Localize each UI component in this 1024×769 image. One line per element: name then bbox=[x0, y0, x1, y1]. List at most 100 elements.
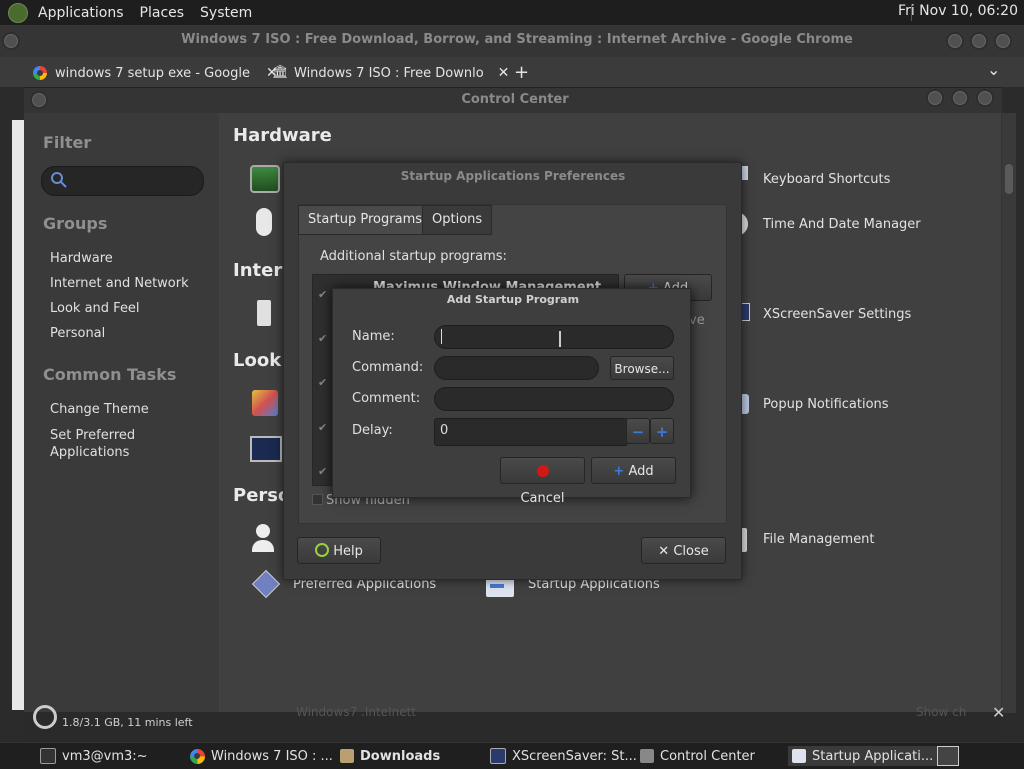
cc-window-menu-button[interactable] bbox=[30, 91, 48, 109]
item-keyboard-shortcuts[interactable]: Keyboard Shortcuts bbox=[763, 172, 890, 187]
task-downloads[interactable]: Downloads bbox=[340, 746, 440, 766]
background-page-strip bbox=[12, 120, 24, 710]
plus-icon: + bbox=[613, 464, 625, 479]
startup-icon bbox=[792, 749, 806, 763]
row-checkbox[interactable]: ✔ bbox=[318, 332, 327, 345]
add-button[interactable]: + Add bbox=[591, 457, 676, 484]
control-center-title: Control Center bbox=[461, 92, 569, 107]
row-checkbox[interactable]: ✔ bbox=[318, 421, 327, 434]
text-caret bbox=[441, 329, 442, 344]
maximize-button[interactable] bbox=[970, 32, 988, 50]
new-tab-button[interactable]: + bbox=[514, 62, 529, 83]
cc-maximize-button[interactable] bbox=[951, 89, 969, 107]
row-checkbox[interactable]: ✔ bbox=[318, 288, 327, 301]
cancel-icon bbox=[536, 465, 549, 477]
task-control-center[interactable]: Control Center bbox=[640, 746, 755, 766]
group-hardware[interactable]: Hardware bbox=[50, 251, 113, 266]
chrome-window-title: Windows 7 ISO : Free Download, Borrow, a… bbox=[181, 32, 853, 47]
menu-system[interactable]: System bbox=[200, 5, 252, 21]
tab-label: Windows 7 ISO : Free Downlo bbox=[294, 65, 484, 81]
tab-search-chevron-icon[interactable]: ⌄ bbox=[987, 60, 1000, 79]
cc-scrollbar-track[interactable] bbox=[1002, 113, 1016, 713]
section-hardware: Hardware bbox=[233, 125, 332, 146]
chrome-icon bbox=[190, 748, 205, 764]
delay-decrement-button[interactable]: − bbox=[626, 418, 650, 444]
filter-input[interactable] bbox=[41, 166, 204, 196]
item-xscreensaver[interactable]: XScreenSaver Settings bbox=[763, 307, 911, 322]
top-panel: Applications Places System Fri Nov 10, 0… bbox=[0, 0, 1024, 25]
task-change-theme[interactable]: Change Theme bbox=[50, 402, 149, 417]
mouse-ibeam-cursor bbox=[559, 331, 561, 347]
screensaver-icon bbox=[490, 748, 506, 764]
tab-startup-programs[interactable]: Startup Programs bbox=[298, 205, 433, 235]
archive-icon: 🏛 bbox=[272, 65, 289, 80]
tab-label: windows 7 setup exe - Google bbox=[55, 65, 250, 81]
tab-options[interactable]: Options bbox=[422, 205, 493, 235]
memory-status: 1.8/3.1 GB, 11 mins left bbox=[62, 716, 193, 729]
cc-scrollbar-thumb[interactable] bbox=[1005, 164, 1013, 194]
task-terminal[interactable]: vm3@vm3:~ bbox=[40, 746, 148, 766]
terminal-icon bbox=[40, 748, 56, 764]
close-button[interactable]: ✕ Close bbox=[641, 537, 726, 564]
window-menu-button[interactable] bbox=[2, 32, 20, 50]
item-file-management[interactable]: File Management bbox=[763, 532, 875, 547]
cancel-button[interactable]: Cancel bbox=[500, 457, 585, 506]
menu-places[interactable]: Places bbox=[140, 5, 185, 21]
remove-button-partial[interactable]: ve bbox=[689, 313, 705, 328]
item-time-date[interactable]: Time And Date Manager bbox=[763, 217, 921, 232]
cc-close-button[interactable] bbox=[976, 89, 994, 107]
help-icon bbox=[315, 543, 330, 557]
screensaver-icon[interactable] bbox=[250, 436, 282, 462]
delay-spinner[interactable]: 0 bbox=[434, 418, 628, 446]
task-startup-apps[interactable]: Startup Applicati... bbox=[788, 746, 938, 766]
delay-label: Delay: bbox=[352, 423, 393, 438]
row-checkbox[interactable]: ✔ bbox=[318, 376, 327, 389]
delay-increment-button[interactable]: + bbox=[650, 418, 674, 444]
menu-applications[interactable]: Applications bbox=[38, 5, 124, 21]
minimize-button[interactable] bbox=[946, 32, 964, 50]
mouse-icon[interactable] bbox=[256, 208, 272, 236]
task-preferred-apps[interactable]: Set Preferred Applications bbox=[50, 427, 135, 461]
task-chrome[interactable]: Windows 7 ISO : ... bbox=[190, 746, 333, 766]
google-icon bbox=[33, 66, 47, 80]
cc-minimize-button[interactable] bbox=[926, 89, 944, 107]
tab-close-icon[interactable]: ✕ bbox=[498, 65, 510, 81]
filter-heading: Filter bbox=[43, 133, 92, 152]
show-hidden-checkbox[interactable] bbox=[312, 494, 323, 505]
chrome-tab-archive[interactable]: 🏛 Windows 7 ISO : Free Downlo ✕ bbox=[272, 60, 509, 86]
background-status-partial: Windows7 .InteInett bbox=[296, 705, 416, 719]
chrome-tab-google[interactable]: windows 7 setup exe - Google ✕ bbox=[33, 60, 278, 86]
task-xscreensaver[interactable]: XScreenSaver: St... bbox=[490, 746, 637, 766]
group-look-and-feel[interactable]: Look and Feel bbox=[50, 301, 140, 316]
row-checkbox[interactable]: ✔ bbox=[318, 465, 327, 478]
add-startup-title: Add Startup Program bbox=[446, 293, 580, 306]
appearance-icon[interactable] bbox=[252, 390, 278, 416]
close-icon: ✕ bbox=[658, 544, 670, 559]
group-internet[interactable]: Internet and Network bbox=[50, 276, 189, 291]
group-personal[interactable]: Personal bbox=[50, 326, 105, 341]
network-icon[interactable] bbox=[257, 300, 271, 326]
item-popup-notifications[interactable]: Popup Notifications bbox=[763, 397, 889, 412]
search-icon bbox=[51, 172, 67, 188]
close-window-button[interactable] bbox=[994, 32, 1012, 50]
common-tasks-heading: Common Tasks bbox=[43, 365, 177, 384]
browse-button[interactable]: Browse... bbox=[610, 356, 674, 380]
help-button[interactable]: Help bbox=[297, 537, 381, 564]
comment-label: Comment: bbox=[352, 391, 421, 406]
about-me-icon[interactable] bbox=[252, 524, 276, 554]
background-show-partial: Show ch bbox=[916, 705, 967, 719]
groups-heading: Groups bbox=[43, 214, 108, 233]
control-center-icon bbox=[640, 749, 654, 763]
section-personal: Perso bbox=[233, 485, 291, 506]
command-label: Command: bbox=[352, 360, 424, 375]
mate-logo-icon[interactable] bbox=[8, 2, 28, 23]
show-desktop-icon[interactable] bbox=[937, 746, 959, 766]
startup-prefs-title: Startup Applications Preferences bbox=[400, 169, 626, 183]
clock[interactable]: Fri Nov 10, 06:20 bbox=[898, 3, 1018, 19]
name-input[interactable] bbox=[434, 325, 674, 349]
display-icon[interactable] bbox=[250, 165, 280, 193]
additional-programs-label: Additional startup programs: bbox=[320, 249, 507, 264]
background-close-icon[interactable]: ✕ bbox=[992, 703, 1005, 722]
command-input[interactable] bbox=[434, 356, 599, 380]
comment-input[interactable] bbox=[434, 387, 674, 411]
